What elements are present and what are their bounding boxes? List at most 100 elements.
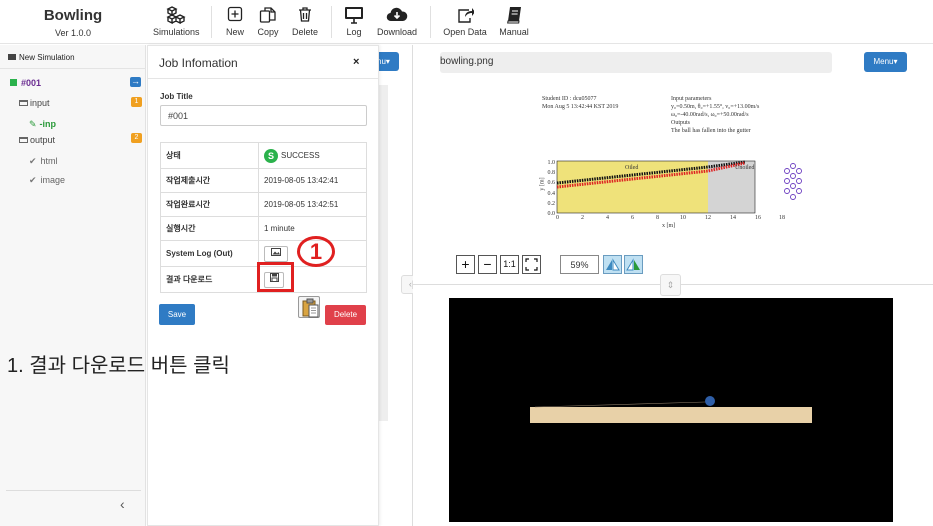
save-button[interactable]: Save xyxy=(159,304,195,325)
table-row: 실행시간 1 minute xyxy=(160,216,367,241)
folder-icon xyxy=(8,54,16,60)
x-tick: 2 xyxy=(581,215,584,221)
finish-time-value: 2019-08-05 13:42:51 xyxy=(258,192,367,217)
x-tick: 16 xyxy=(755,215,761,221)
toolbar-divider xyxy=(430,6,431,38)
zoom-in-icon[interactable]: + xyxy=(456,255,475,274)
y-tick: 1.0 xyxy=(547,160,556,166)
status-value-cell: S SUCCESS xyxy=(258,142,367,169)
result-download-key: 결과 다운로드 xyxy=(160,266,259,293)
simulations-label: Simulations xyxy=(153,27,200,37)
bowling-3d-view[interactable] xyxy=(449,298,893,522)
fit-screen-icon[interactable] xyxy=(522,255,541,274)
success-icon: S xyxy=(264,148,278,163)
y-tick: 0.2 xyxy=(547,200,556,207)
job-folder-icon xyxy=(10,79,17,86)
y-tick: 0.6 xyxy=(547,180,556,187)
copy-button[interactable]: Copy xyxy=(256,6,280,37)
runtime-key: 실행시간 xyxy=(160,216,259,241)
trash-icon xyxy=(291,6,319,24)
x-tick: 4 xyxy=(606,215,609,221)
system-log-button[interactable] xyxy=(264,245,288,262)
delete-label: Delete xyxy=(291,27,318,37)
bowling-ball xyxy=(705,396,715,406)
flip-vertical-icon[interactable] xyxy=(624,255,643,274)
viewer-menu-button[interactable]: Menu▾ xyxy=(864,52,907,72)
vertical-resize-handle-icon[interactable]: ⇕ xyxy=(660,274,681,296)
book-icon xyxy=(499,6,529,24)
x-tick: 18 xyxy=(779,215,785,221)
tree-output-image[interactable]: ✔ image xyxy=(29,175,65,186)
top-toolbar: Bowling Ver 1.0.0 Simulations New Copy D… xyxy=(0,0,933,44)
status-key: 상태 xyxy=(160,142,259,169)
middle-menu-button[interactable]: nu▾ xyxy=(377,52,399,71)
step-number-badge: 1 xyxy=(297,236,335,267)
collapse-chevron-icon[interactable]: ‹ xyxy=(120,496,125,512)
zoom-percentage: 59% xyxy=(560,255,599,274)
tree-output-node[interactable]: output xyxy=(19,135,55,145)
lane-3d-scene xyxy=(530,396,812,423)
job-info-header: Job Infomation × xyxy=(148,46,378,79)
y-tick: 0.0 xyxy=(547,211,556,218)
tree-input-label: input xyxy=(30,98,50,108)
close-icon[interactable]: × xyxy=(353,56,359,68)
y-tick-labels: 1.0 0.8 0.6 0.4 0.2 0.0 xyxy=(543,158,556,219)
tree-input-file[interactable]: ✎ -inp xyxy=(29,119,56,130)
cubes-icon xyxy=(153,6,199,24)
zoom-reset-button[interactable]: 1:1 xyxy=(500,255,519,274)
status-value: SUCCESS xyxy=(281,150,320,160)
x-tick: 8 xyxy=(656,215,659,221)
new-button[interactable]: New xyxy=(223,6,247,37)
clipboard-icon[interactable] xyxy=(298,296,320,318)
tree-input-node[interactable]: input xyxy=(19,98,50,108)
tree-job-node[interactable]: #001 xyxy=(10,78,41,88)
zoom-out-icon[interactable]: − xyxy=(478,255,497,274)
folder-outline-icon xyxy=(19,100,28,106)
share-icon xyxy=(443,6,487,24)
x-tick: 12 xyxy=(705,215,711,221)
unoiled-label: Unoiled xyxy=(735,165,755,171)
delete-button[interactable]: Delete xyxy=(291,6,319,37)
open-data-button[interactable]: Open Data xyxy=(443,6,487,37)
log-label: Log xyxy=(346,27,362,37)
x-tick: 6 xyxy=(631,215,634,221)
edit-icon: ✎ xyxy=(29,119,37,129)
lane-plot xyxy=(556,160,802,214)
download-button[interactable]: Download xyxy=(377,6,417,37)
filename-bar: bowling.png xyxy=(440,52,832,73)
tree-job-label: #001 xyxy=(21,78,42,88)
lane-surface xyxy=(530,407,812,423)
job-title-input[interactable]: #001 xyxy=(160,105,367,126)
download-highlight-box xyxy=(257,262,294,292)
flip-horizontal-icon[interactable] xyxy=(603,255,622,274)
new-simulation-header[interactable]: New Simulation xyxy=(0,45,146,69)
delete-job-button[interactable]: Delete xyxy=(325,305,366,325)
log-button[interactable]: Log xyxy=(343,6,365,37)
table-row: 작업완료시간 2019-08-05 13:42:51 xyxy=(160,192,367,217)
instruction-caption: 1. 결과 다운로드 버튼 클릭 xyxy=(7,355,230,377)
tree-output-label: output xyxy=(30,135,56,145)
arrow-right-icon[interactable]: → xyxy=(130,77,141,87)
system-log-key: System Log (Out) xyxy=(160,240,259,267)
brand: Bowling Ver 1.0.0 xyxy=(0,0,146,44)
middle-scroll-strip xyxy=(378,85,388,421)
output-count-badge: 2 xyxy=(131,133,142,143)
toolbar-divider xyxy=(211,6,212,38)
download-label: Download xyxy=(377,27,418,37)
folder-outline-icon xyxy=(19,137,28,143)
manual-label: Manual xyxy=(499,27,529,37)
app-root: Bowling Ver 1.0.0 Simulations New Copy D… xyxy=(0,0,933,526)
y-tick: 0.8 xyxy=(547,170,556,177)
x-axis-label: x [m] xyxy=(662,223,676,229)
toolbar-divider xyxy=(331,6,332,38)
new-label: New xyxy=(225,27,244,37)
monitor-icon xyxy=(343,6,365,24)
copy-icon xyxy=(256,6,280,24)
image-icon xyxy=(271,247,281,256)
job-info-title: Job Infomation xyxy=(159,56,238,70)
tree-output-html[interactable]: ✔ html xyxy=(29,156,58,167)
manual-button[interactable]: Manual xyxy=(499,6,529,37)
submit-time-key: 작업제출시간 xyxy=(160,168,259,193)
pins xyxy=(784,163,802,200)
simulations-button[interactable]: Simulations xyxy=(153,6,200,37)
